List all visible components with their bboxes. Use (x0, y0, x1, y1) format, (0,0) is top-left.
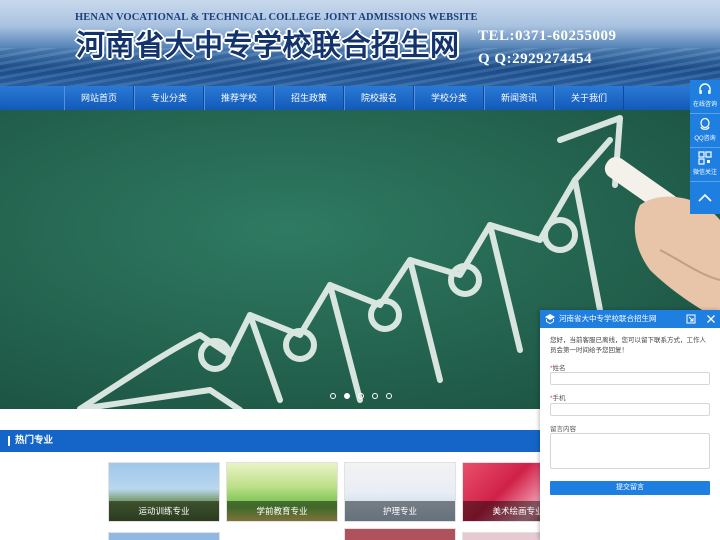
phone-label-text: 手机 (552, 395, 566, 402)
nav-item-home[interactable]: 网站首页 (64, 86, 134, 110)
hot-majors-title: 热门专业 (15, 435, 54, 446)
nav-list: 网站首页 专业分类 推荐学校 招生政策 院校报名 学校分类 新闻资讯 关于我们 (64, 86, 624, 110)
nav-item-school-categories[interactable]: 学校分类 (414, 86, 484, 110)
page: HENAN VOCATIONAL & TECHNICAL COLLEGE JOI… (0, 0, 720, 540)
slider-dot-1[interactable] (330, 393, 336, 399)
submit-message-button[interactable]: 提交留言 (550, 481, 710, 495)
slider-dot-4[interactable] (372, 393, 378, 399)
major-card-label: 护理专业 (345, 501, 455, 521)
major-card-nursing[interactable]: 护理专业 (344, 462, 456, 522)
online-consult-button[interactable]: 在线咨询 (690, 80, 720, 114)
headset-icon (699, 83, 711, 94)
chinese-site-title: 河南省大中专学校联合招生网 (76, 28, 460, 62)
name-label: *姓名 (550, 362, 566, 372)
main-navigation: 网站首页 专业分类 推荐学校 招生政策 院校报名 学校分类 新闻资讯 关于我们 (0, 86, 720, 110)
header-banner: HENAN VOCATIONAL & TECHNICAL COLLEGE JOI… (0, 0, 720, 86)
slider-dot-3[interactable] (358, 393, 364, 399)
minimize-icon[interactable] (686, 314, 696, 324)
slider-pagination (330, 393, 392, 399)
qr-code-icon (698, 151, 712, 165)
major-card-row2-3[interactable] (344, 528, 456, 540)
major-card-label: 学前教育专业 (227, 501, 337, 521)
offline-notice: 您好，当前客服已离线，您可以留下联系方式，工作人员会第一时间给予您回复！ (550, 337, 706, 354)
leave-message-widget: 河南省大中专学校联合招生网 您好，当前客服已离线，您可以留下联系方式，工作人员会… (540, 310, 720, 540)
slider-dot-5[interactable] (386, 393, 392, 399)
message-label: 留言内容 (550, 426, 576, 433)
nav-item-school-registration[interactable]: 院校报名 (344, 86, 414, 110)
phone-input[interactable] (550, 403, 710, 416)
widget-title: 河南省大中专学校联合招生网 (559, 314, 657, 323)
name-input[interactable] (550, 372, 710, 385)
nav-item-about-us[interactable]: 关于我们 (554, 86, 624, 110)
qq-consult-button[interactable]: QQ咨询 (690, 114, 720, 148)
qq-consult-label: QQ咨询 (694, 136, 716, 142)
wechat-follow-label: 微信关注 (692, 170, 717, 176)
major-card-row2-1[interactable] (108, 532, 220, 540)
site-logo-icon (545, 314, 555, 325)
slider-dot-2[interactable] (344, 393, 350, 399)
hot-majors-header: 热门专业 (0, 430, 540, 452)
name-label-text: 姓名 (552, 365, 566, 372)
close-icon[interactable] (706, 314, 716, 324)
qq-penguin-icon (700, 117, 710, 130)
nav-item-admission-policy[interactable]: 招生政策 (274, 86, 344, 110)
message-textarea[interactable] (550, 433, 710, 469)
nav-item-recommended-schools[interactable]: 推荐学校 (204, 86, 274, 110)
chevron-up-icon (698, 193, 712, 202)
nav-item-news[interactable]: 新闻资讯 (484, 86, 554, 110)
qq-number: Q Q:2929274454 (478, 51, 593, 67)
telephone-number: TEL:0371-60255009 (478, 28, 617, 44)
phone-label: *手机 (550, 392, 566, 402)
widget-header: 河南省大中专学校联合招生网 (540, 310, 720, 328)
floating-toolbar: 在线咨询 QQ咨询 微信关注 (690, 80, 720, 214)
section-marker (8, 436, 10, 446)
major-card-label: 运动训练专业 (109, 501, 219, 521)
major-card-preschool-education[interactable]: 学前教育专业 (226, 462, 338, 522)
wechat-follow-button[interactable]: 微信关注 (690, 148, 720, 182)
major-card-sports-training[interactable]: 运动训练专业 (108, 462, 220, 522)
nav-item-major-categories[interactable]: 专业分类 (134, 86, 204, 110)
back-to-top-button[interactable] (690, 182, 720, 214)
online-consult-label: 在线咨询 (692, 102, 717, 108)
